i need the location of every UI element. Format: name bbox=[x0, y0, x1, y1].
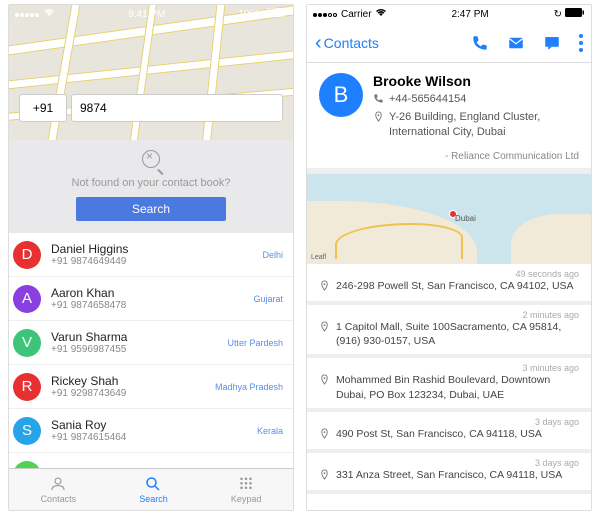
contact-row[interactable]: R Rickey Shah+91 9298743649Madhya Pradesh bbox=[9, 365, 293, 409]
contact-phone: +91 9874615464 bbox=[51, 432, 257, 443]
chevron-left-icon: ‹ bbox=[315, 33, 322, 53]
call-button[interactable] bbox=[471, 34, 489, 52]
location-history: 49 seconds ago246-298 Powell St, San Fra… bbox=[307, 264, 591, 494]
contact-location: Madhya Pradesh bbox=[215, 382, 283, 392]
statusbar: Carrier 2:47 PM ↻ bbox=[307, 5, 591, 23]
statusbar: 9:41 PM 100% bbox=[9, 5, 293, 23]
location-pin-icon bbox=[319, 280, 330, 295]
contact-avatar: V bbox=[13, 329, 41, 357]
contact-row[interactable]: V Varun Sharma+91 9596987455Utter Pardesh bbox=[9, 321, 293, 365]
phone-left: 9:41 PM 100% +91 9874 Not found on your … bbox=[8, 4, 294, 511]
profile-name: Brooke Wilson bbox=[373, 73, 579, 89]
history-address: 1 Capitol Mall, Suite 100Sacramento, CA … bbox=[336, 320, 579, 348]
location-map[interactable]: Dubai Leafl bbox=[307, 174, 591, 264]
contact-location: Delhi bbox=[262, 250, 283, 260]
profile-company: - Reliance Communication Ltd bbox=[307, 149, 591, 168]
search-x-icon bbox=[142, 150, 160, 168]
location-pin-icon bbox=[319, 428, 330, 443]
history-address: 331 Anza Street, San Francisco, CA 94118… bbox=[336, 468, 562, 482]
battery-icon bbox=[267, 8, 287, 20]
tab-contacts[interactable]: Contacts bbox=[41, 475, 77, 504]
contacts-list: D Daniel Higgins+91 9874649449Delhi A Aaron… bbox=[9, 233, 293, 497]
phone-number-input[interactable]: 9874 bbox=[71, 94, 283, 122]
location-pin-icon bbox=[319, 374, 330, 389]
tab-label: Keypad bbox=[231, 494, 262, 504]
contact-location: Gujarat bbox=[253, 294, 283, 304]
battery-percent: 100% bbox=[238, 9, 264, 20]
history-item[interactable]: 3 days ago490 Post St, San Francisco, CA… bbox=[307, 412, 591, 453]
wifi-icon bbox=[43, 8, 55, 20]
tab-bar: Contacts Search Keypad bbox=[9, 468, 293, 510]
contact-name: Varun Sharma bbox=[51, 330, 227, 344]
location-pin-icon bbox=[373, 111, 384, 126]
contact-name: Daniel Higgins bbox=[51, 242, 262, 256]
keypad-icon bbox=[236, 475, 256, 493]
history-item[interactable]: 2 minutes ago1 Capitol Mall, Suite 100Sa… bbox=[307, 305, 591, 358]
status-time: 9:41 PM bbox=[128, 9, 165, 20]
contact-location: Kerala bbox=[257, 426, 283, 436]
contact-phone: +91 9874649449 bbox=[51, 256, 262, 267]
battery-icon bbox=[565, 8, 585, 20]
profile-section: B Brooke Wilson +44-565644154 Y-26 Build… bbox=[307, 63, 591, 149]
carrier-label: Carrier bbox=[341, 9, 372, 20]
contact-row[interactable]: A Aaron Khan+91 9874658478Gujarat bbox=[9, 277, 293, 321]
phone-input-bar: +91 9874 bbox=[19, 94, 283, 122]
history-time: 3 minutes ago bbox=[319, 360, 579, 373]
contact-phone: +91 9874658478 bbox=[51, 300, 253, 311]
contact-phone: +91 9298743649 bbox=[51, 388, 215, 399]
tab-label: Contacts bbox=[41, 494, 77, 504]
contact-row[interactable]: S Sania Roy+91 9874615464Kerala bbox=[9, 409, 293, 453]
signal-dots-icon bbox=[15, 9, 40, 20]
signal-dots-icon bbox=[313, 9, 338, 20]
history-time: 3 days ago bbox=[319, 414, 579, 427]
contact-avatar: S bbox=[13, 417, 41, 445]
map-search-area[interactable]: +91 9874 bbox=[9, 5, 293, 140]
contact-row[interactable]: D Daniel Higgins+91 9874649449Delhi bbox=[9, 233, 293, 277]
profile-address: Y-26 Building, England Cluster, Internat… bbox=[389, 110, 579, 139]
more-button[interactable] bbox=[579, 34, 583, 52]
location-pin-icon bbox=[319, 321, 330, 336]
contact-location: Utter Pardesh bbox=[227, 338, 283, 348]
phone-icon bbox=[373, 93, 384, 108]
history-address: 246-298 Powell St, San Francisco, CA 941… bbox=[336, 279, 574, 293]
contact-avatar: D bbox=[13, 241, 41, 269]
map-attribution: Leafl bbox=[311, 254, 326, 261]
phone-right: Carrier 2:47 PM ↻ ‹ Contacts B Brooke Wi bbox=[306, 4, 592, 511]
message-button[interactable] bbox=[543, 34, 561, 52]
history-item[interactable]: 49 seconds ago246-298 Powell St, San Fra… bbox=[307, 264, 591, 305]
search-button[interactable]: Search bbox=[76, 197, 226, 221]
history-address: 490 Post St, San Francisco, CA 94118, US… bbox=[336, 427, 542, 441]
map-city-label: Dubai bbox=[455, 214, 476, 223]
contact-avatar: R bbox=[13, 373, 41, 401]
contact-phone: +91 9596987455 bbox=[51, 344, 227, 355]
wifi-icon bbox=[375, 8, 387, 20]
tab-search[interactable]: Search bbox=[139, 475, 168, 504]
profile-phone: +44-565644154 bbox=[389, 92, 466, 106]
refresh-icon: ↻ bbox=[554, 9, 562, 20]
nav-bar: ‹ Contacts bbox=[307, 23, 591, 63]
history-item[interactable]: 3 minutes agoMohammed Bin Rashid Bouleva… bbox=[307, 358, 591, 411]
not-found-panel: Not found on your contact book? Search bbox=[9, 140, 293, 233]
search-icon bbox=[143, 475, 163, 493]
tab-label: Search bbox=[139, 494, 168, 504]
contact-name: Rickey Shah bbox=[51, 374, 215, 388]
back-button[interactable]: ‹ Contacts bbox=[315, 33, 471, 53]
not-found-text: Not found on your contact book? bbox=[29, 177, 273, 189]
history-item[interactable]: 3 days ago331 Anza Street, San Francisco… bbox=[307, 453, 591, 494]
history-time: 49 seconds ago bbox=[319, 266, 579, 279]
country-code-input[interactable]: +91 bbox=[19, 94, 67, 122]
contact-name: Aaron Khan bbox=[51, 286, 253, 300]
contact-avatar: A bbox=[13, 285, 41, 313]
back-label: Contacts bbox=[324, 35, 379, 51]
profile-avatar: B bbox=[319, 73, 363, 117]
status-time: 2:47 PM bbox=[451, 9, 488, 20]
history-time: 2 minutes ago bbox=[319, 307, 579, 320]
contacts-icon bbox=[48, 475, 68, 493]
history-address: Mohammed Bin Rashid Boulevard, Downtown … bbox=[336, 373, 579, 401]
history-time: 3 days ago bbox=[319, 455, 579, 468]
contact-name: Sania Roy bbox=[51, 418, 257, 432]
email-button[interactable] bbox=[507, 34, 525, 52]
location-pin-icon bbox=[319, 469, 330, 484]
tab-keypad[interactable]: Keypad bbox=[231, 475, 262, 504]
